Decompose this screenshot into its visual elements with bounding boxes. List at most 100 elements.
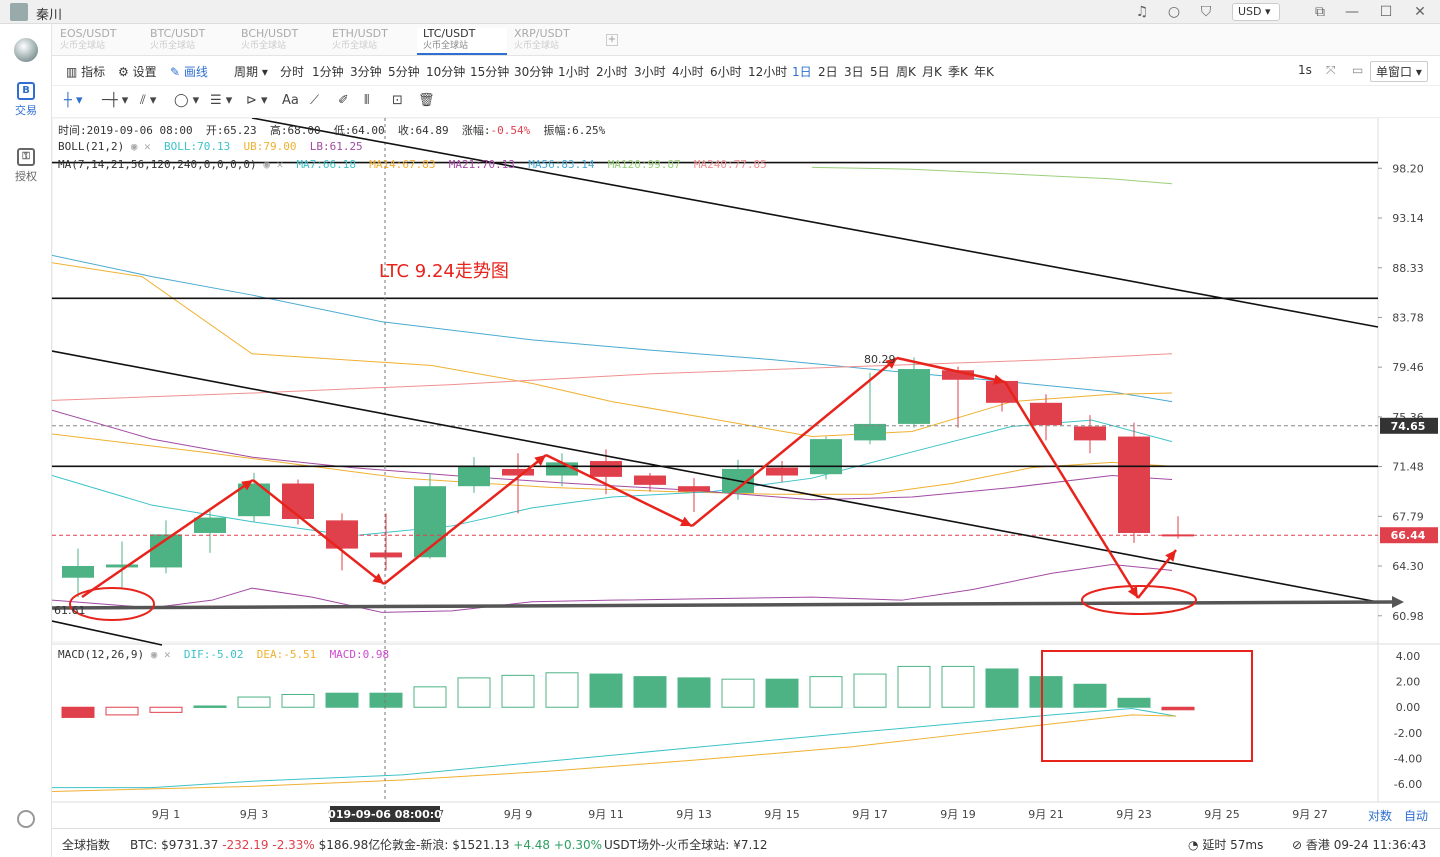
period-option[interactable]: 2日 [818, 63, 838, 80]
fib-icon[interactable]: ⊳ ▾ [246, 93, 268, 108]
candle-body[interactable] [678, 486, 710, 492]
candle-body[interactable] [854, 423, 886, 441]
candle-body[interactable] [1074, 426, 1106, 441]
auto-scale-button[interactable]: 自动 [1404, 809, 1428, 823]
period-option[interactable]: 4小时 [672, 63, 704, 80]
crosshair-icon[interactable]: ┼ ▾ [64, 93, 82, 108]
add-tab-button[interactable]: + [606, 34, 618, 46]
period-option[interactable]: 5日 [870, 63, 890, 80]
period-select[interactable]: 周期 ▾ [234, 63, 268, 80]
settings-gear-icon[interactable] [17, 810, 35, 828]
search-icon[interactable]: ○ [1166, 4, 1182, 20]
period-option[interactable]: 12小时 [748, 63, 787, 80]
refresh-rate[interactable]: 1s [1298, 63, 1312, 77]
ruler-icon[interactable]: ⟋ [310, 93, 319, 108]
shirt-icon[interactable]: ⛉ [1198, 4, 1214, 20]
tab-sub: 火币全球站 [241, 41, 287, 51]
symbol-tabs: EOS/USDT 火币全球站 BTC/USDT 火币全球站 BCH/USDT 火币全球… [52, 24, 1440, 56]
close-indicator-icon[interactable]: ✕ [277, 158, 284, 171]
parallel-lines-icon[interactable]: ☰ ▾ [210, 93, 232, 108]
period-option[interactable]: 月K [922, 63, 942, 80]
period-option[interactable]: 季K [948, 63, 968, 80]
usdt-price: ¥7.12 [733, 838, 768, 852]
username[interactable]: 秦川 [36, 4, 62, 23]
tab-btc[interactable]: BTC/USDT 火币全球站 [144, 28, 234, 55]
candle-body[interactable] [106, 564, 138, 568]
eye-icon[interactable]: ◉ [263, 158, 270, 171]
annotation-arrow [81, 478, 254, 599]
currency-select[interactable]: USD ▾ [1232, 3, 1280, 21]
tab-xrp[interactable]: XRP/USDT 火币全球站 [508, 28, 598, 55]
candlestick-chart[interactable]: 98.2093.1488.3383.7879.4675.3671.4867.79… [51, 117, 1440, 828]
tab-eos[interactable]: EOS/USDT 火币全球站 [54, 28, 144, 55]
period-option[interactable]: 3分钟 [350, 63, 382, 80]
candle-body[interactable] [1118, 436, 1150, 533]
layout-icon[interactable]: ▭ [1352, 63, 1363, 77]
maximize-icon[interactable]: ☐ [1378, 4, 1394, 20]
period-option[interactable]: 分时 [280, 63, 304, 80]
candle-body[interactable] [634, 475, 666, 485]
candle-body[interactable] [458, 466, 490, 487]
period-option[interactable]: 10分钟 [426, 63, 465, 80]
circle-icon[interactable]: ◯ ▾ [174, 93, 199, 108]
sidebar-item-auth[interactable]: ⚿ 授权 [0, 148, 52, 184]
brush-icon[interactable]: ✐ [338, 93, 349, 108]
candle-body[interactable] [62, 565, 94, 578]
candle-body[interactable] [766, 467, 798, 476]
indicator-button[interactable]: ▥ 指标 [66, 63, 105, 80]
period-option[interactable]: 周K [896, 63, 916, 80]
candle-body[interactable] [1030, 402, 1062, 426]
macd-bar [149, 706, 183, 713]
close-icon[interactable]: ✕ [1412, 4, 1428, 20]
minimize-icon[interactable]: — [1344, 4, 1360, 20]
period-option[interactable]: 1分钟 [312, 63, 344, 80]
window-select[interactable]: 单窗口 ▾ [1370, 61, 1428, 82]
magnet-icon[interactable]: ⫴ [364, 93, 369, 108]
eye-icon[interactable]: ◉ [131, 140, 138, 153]
restore-icon[interactable]: ⧉ [1312, 4, 1328, 20]
sidebar-item-trade[interactable]: B 交易 [0, 82, 52, 118]
candle-body[interactable] [194, 517, 226, 533]
macd-tick-label: -4.00 [1394, 752, 1422, 765]
close-indicator-icon[interactable]: ✕ [144, 140, 151, 153]
period-option[interactable]: 5分钟 [388, 63, 420, 80]
candle-body[interactable] [986, 380, 1018, 403]
bell-icon[interactable]: ♫ [1134, 4, 1150, 20]
period-option[interactable]: 3日 [844, 63, 864, 80]
text-icon[interactable]: Aa [282, 93, 299, 108]
candle-body[interactable] [282, 483, 314, 519]
period-option[interactable]: 6小时 [710, 63, 742, 80]
tab-eth[interactable]: ETH/USDT 火币全球站 [326, 28, 416, 55]
candle-body[interactable] [590, 461, 622, 477]
global-index-label[interactable]: 全球指数 [62, 836, 110, 853]
user-avatar-icon[interactable] [10, 3, 28, 21]
fullscreen-icon[interactable]: ⤧ [1326, 63, 1336, 78]
macd-bar [61, 706, 95, 718]
lock-icon[interactable]: ⊡ [392, 93, 403, 108]
ma120: MA120:99.87 [607, 158, 681, 171]
chart-area[interactable]: 98.20 93.14 88.33 83.78 79.46 75.36 71.48 67.79… [51, 117, 1440, 828]
horizontal-line-icon[interactable]: ─┼ ▾ [102, 93, 128, 108]
period-option[interactable]: 15分钟 [470, 63, 509, 80]
server-clock: ⊘ 香港 09-24 11:36:43 [1292, 836, 1426, 853]
candle-body[interactable] [370, 552, 402, 558]
period-option[interactable]: 1日 [792, 63, 812, 80]
period-option[interactable]: 2小时 [596, 63, 628, 80]
candle-body[interactable] [810, 439, 842, 475]
candle-body[interactable] [898, 369, 930, 424]
candle-body[interactable] [326, 520, 358, 549]
settings-button[interactable]: ⚙ 设置 [118, 63, 157, 80]
period-option[interactable]: 30分钟 [514, 63, 553, 80]
close-indicator-icon[interactable]: ✕ [164, 648, 171, 661]
draw-button[interactable]: ✎ 画线 [170, 63, 208, 80]
trash-icon[interactable]: 🗑 [418, 93, 435, 108]
tab-ltc[interactable]: LTC/USDT 火币全球站 [417, 28, 507, 55]
eye-icon[interactable]: ◉ [151, 648, 158, 661]
ma56: MA56:83.14 [528, 158, 595, 171]
trend-line-icon[interactable]: ⫽ ▾ [140, 93, 156, 108]
tab-bch[interactable]: BCH/USDT 火币全球站 [235, 28, 325, 55]
period-option[interactable]: 1小时 [558, 63, 590, 80]
period-option[interactable]: 3小时 [634, 63, 666, 80]
log-scale-button[interactable]: 对数 [1368, 808, 1392, 823]
period-option[interactable]: 年K [974, 63, 994, 80]
